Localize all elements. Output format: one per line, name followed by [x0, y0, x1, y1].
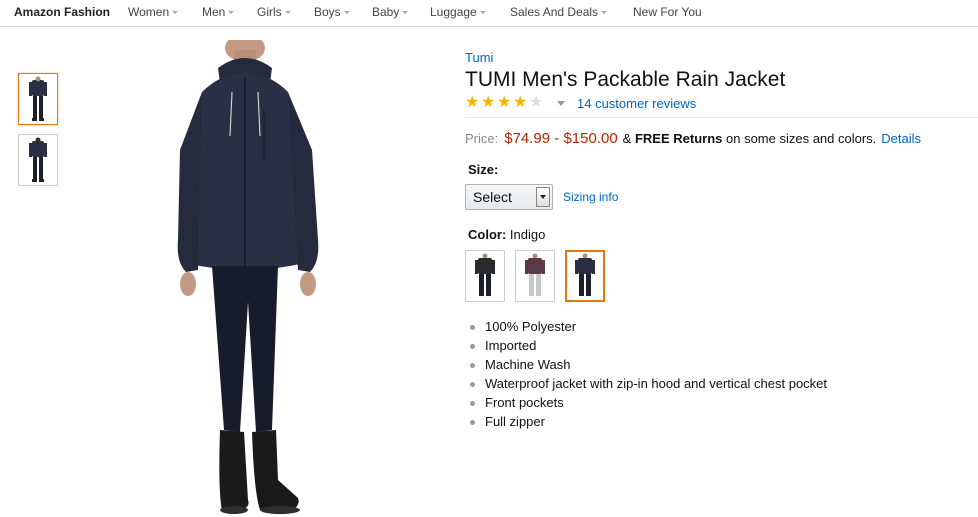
- product-title: TUMI Men's Packable Rain Jacket: [465, 68, 786, 91]
- price-row: Price: $74.99 - $150.00 & FREE Returns o…: [465, 130, 921, 147]
- nav-brand[interactable]: Amazon Fashion: [14, 5, 110, 19]
- caret-down-icon: [228, 11, 235, 14]
- jacket-swatch-icon: [475, 253, 495, 296]
- thumbnail-back[interactable]: [18, 134, 58, 186]
- caret-down-icon: [172, 11, 179, 14]
- main-product-image[interactable]: [160, 40, 360, 517]
- jacket-back-thumbnail-icon: [29, 137, 47, 182]
- caret-down-icon: [479, 11, 486, 14]
- color-swatch-indigo[interactable]: [565, 250, 605, 302]
- brand-link[interactable]: Tumi: [465, 50, 493, 65]
- nav-item-luggage[interactable]: Luggage: [430, 5, 486, 19]
- feature-bullet: Front pockets: [468, 395, 827, 414]
- sizing-info-link[interactable]: Sizing info: [563, 190, 618, 204]
- bullet-dot-icon: [470, 325, 475, 330]
- price-label: Price:: [465, 131, 499, 146]
- size-label: Size:: [468, 162, 499, 177]
- color-swatch-burgundy[interactable]: [515, 250, 555, 302]
- price-value: $74.99 - $150.00: [504, 130, 618, 147]
- color-value: Indigo: [509, 227, 546, 242]
- nav-item-boys[interactable]: Boys: [314, 5, 350, 19]
- top-nav: Amazon Fashion Women Men Girls Boys Baby…: [0, 0, 978, 27]
- nav-item-sales-and-deals[interactable]: Sales And Deals: [510, 5, 608, 19]
- bullet-dot-icon: [470, 344, 475, 349]
- details-link[interactable]: Details: [881, 131, 921, 146]
- caret-down-icon: [402, 11, 409, 14]
- color-row: Color: Indigo: [468, 227, 545, 242]
- free-returns-text: & FREE Returns on some sizes and colors.: [622, 131, 877, 146]
- star-filled-icon: ★: [481, 94, 496, 111]
- caret-down-icon: [343, 11, 350, 14]
- star-filled-icon: ★: [497, 94, 512, 111]
- feature-bullet: Machine Wash: [468, 357, 827, 376]
- star-empty-icon: ★: [529, 94, 544, 111]
- nav-item-baby[interactable]: Baby: [372, 5, 409, 19]
- thumbnail-front[interactable]: [18, 73, 58, 125]
- star-filled-icon: ★: [513, 94, 528, 111]
- feature-bullet: Full zipper: [468, 414, 827, 433]
- jacket-swatch-icon: [525, 253, 545, 296]
- rating-dropdown-caret-icon[interactable]: [557, 100, 565, 106]
- rating-row: ★ ★ ★ ★ ★ 14 customer reviews: [465, 95, 696, 111]
- caret-down-icon: [601, 11, 608, 14]
- feature-bullet: Waterproof jacket with zip-in hood and v…: [468, 376, 827, 395]
- nav-item-new-for-you[interactable]: New For You: [633, 5, 702, 19]
- color-swatch-black[interactable]: [465, 250, 505, 302]
- chevron-down-icon: [540, 195, 546, 199]
- feature-bullet: 100% Polyester: [468, 319, 827, 338]
- star-rating[interactable]: ★ ★ ★ ★ ★: [465, 95, 545, 111]
- size-select-value: Select: [473, 189, 512, 205]
- bullet-dot-icon: [470, 420, 475, 425]
- bullet-dot-icon: [470, 401, 475, 406]
- nav-item-men[interactable]: Men: [202, 5, 235, 19]
- color-label: Color:: [468, 227, 507, 242]
- nav-item-girls[interactable]: Girls: [257, 5, 291, 19]
- bullet-dot-icon: [470, 363, 475, 368]
- jacket-front-thumbnail-icon: [29, 76, 47, 121]
- bullet-dot-icon: [470, 382, 475, 387]
- nav-item-women[interactable]: Women: [128, 5, 179, 19]
- customer-reviews-link[interactable]: 14 customer reviews: [577, 96, 696, 111]
- caret-down-icon: [284, 11, 291, 14]
- jacket-swatch-icon: [575, 253, 595, 296]
- select-arrow-button[interactable]: [536, 187, 550, 207]
- divider: [465, 117, 978, 118]
- size-select[interactable]: Select: [465, 184, 553, 210]
- feature-bullets: 100% Polyester Imported Machine Wash Wat…: [468, 319, 827, 433]
- star-filled-icon: ★: [465, 94, 480, 111]
- feature-bullet: Imported: [468, 338, 827, 357]
